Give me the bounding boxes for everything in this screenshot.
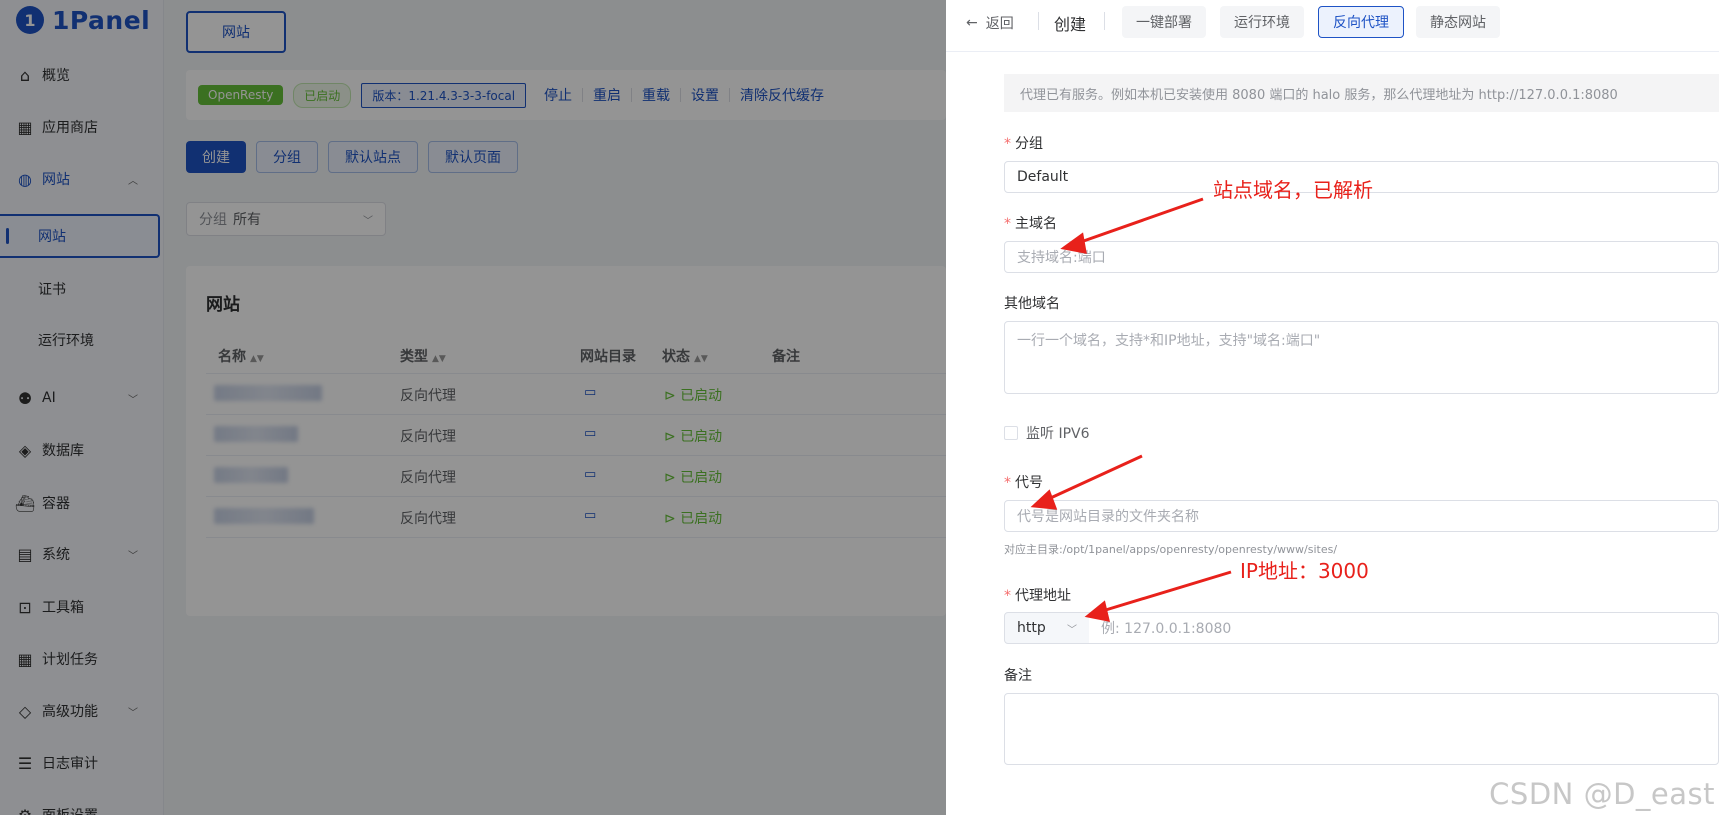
divider [1104,12,1105,30]
alias-placeholder: 代号是网站目录的文件夹名称 [1017,509,1199,525]
info-hint: 代理已有服务。例如本机已安装使用 8080 端口的 halo 服务，那么代理地址… [1004,74,1719,112]
other-domains-label: 其他域名 [1004,296,1060,312]
proxy-address-placeholder: 例: 127.0.0.1:8080 [1101,621,1232,637]
proxy-address-label: * 代理地址 [1004,588,1071,604]
chevron-down-icon: ﹀ [1067,624,1077,636]
protocol-select[interactable]: http ﹀ [1004,612,1090,644]
divider [1038,12,1039,30]
other-domains-placeholder: 一行一个域名，支持*和IP地址，支持"域名:端口" [1017,333,1321,349]
remark-textarea[interactable] [1004,693,1719,765]
tab-runtime[interactable]: 运行环境 [1220,6,1304,38]
ipv6-label: 监听 IPV6 [1026,426,1090,442]
required-mark: * [1004,588,1011,604]
drawer-overlay[interactable] [0,0,946,815]
back-label: 返回 [985,16,1014,32]
create-website-drawer: ← 返回 创建 一键部署 运行环境 反向代理 静态网站 代理已有服务。例如本机已… [946,0,1719,815]
arrow-left-icon: ← [966,15,978,31]
primary-domain-input[interactable]: 支持域名:端口 [1004,241,1719,273]
protocol-value: http [1017,620,1046,636]
required-mark: * [1004,216,1011,232]
watermark: CSDN @D_east [1489,777,1715,811]
required-mark: * [1004,475,1011,491]
required-mark: * [1004,136,1011,152]
alias-input[interactable]: 代号是网站目录的文件夹名称 [1004,500,1719,532]
primary-domain-label: * 主域名 [1004,216,1057,232]
group-label: * 分组 [1004,136,1043,152]
ipv6-checkbox[interactable]: 监听 IPV6 [1004,423,1090,443]
other-domains-textarea[interactable]: 一行一个域名，支持*和IP地址，支持"域名:端口" [1004,321,1719,394]
tab-static-site[interactable]: 静态网站 [1416,6,1500,38]
group-value: Default [1017,169,1069,185]
proxy-address-input[interactable]: 例: 127.0.0.1:8080 [1089,612,1719,644]
remark-label: 备注 [1004,668,1032,684]
alias-label: * 代号 [1004,475,1043,491]
annotation-domain-note: 站点域名，已解析 [1213,178,1373,202]
drawer-header: ← 返回 创建 一键部署 运行环境 反向代理 静态网站 [946,0,1719,52]
back-button[interactable]: ← 返回 [966,13,1014,33]
checkbox-box[interactable] [1004,426,1018,440]
tab-one-click-deploy[interactable]: 一键部署 [1122,6,1206,38]
annotation-ip-note: IP地址：3000 [1240,559,1369,583]
primary-domain-placeholder: 支持域名:端口 [1017,250,1106,266]
drawer-title: 创建 [1054,15,1087,34]
tab-reverse-proxy[interactable]: 反向代理 [1318,6,1404,38]
